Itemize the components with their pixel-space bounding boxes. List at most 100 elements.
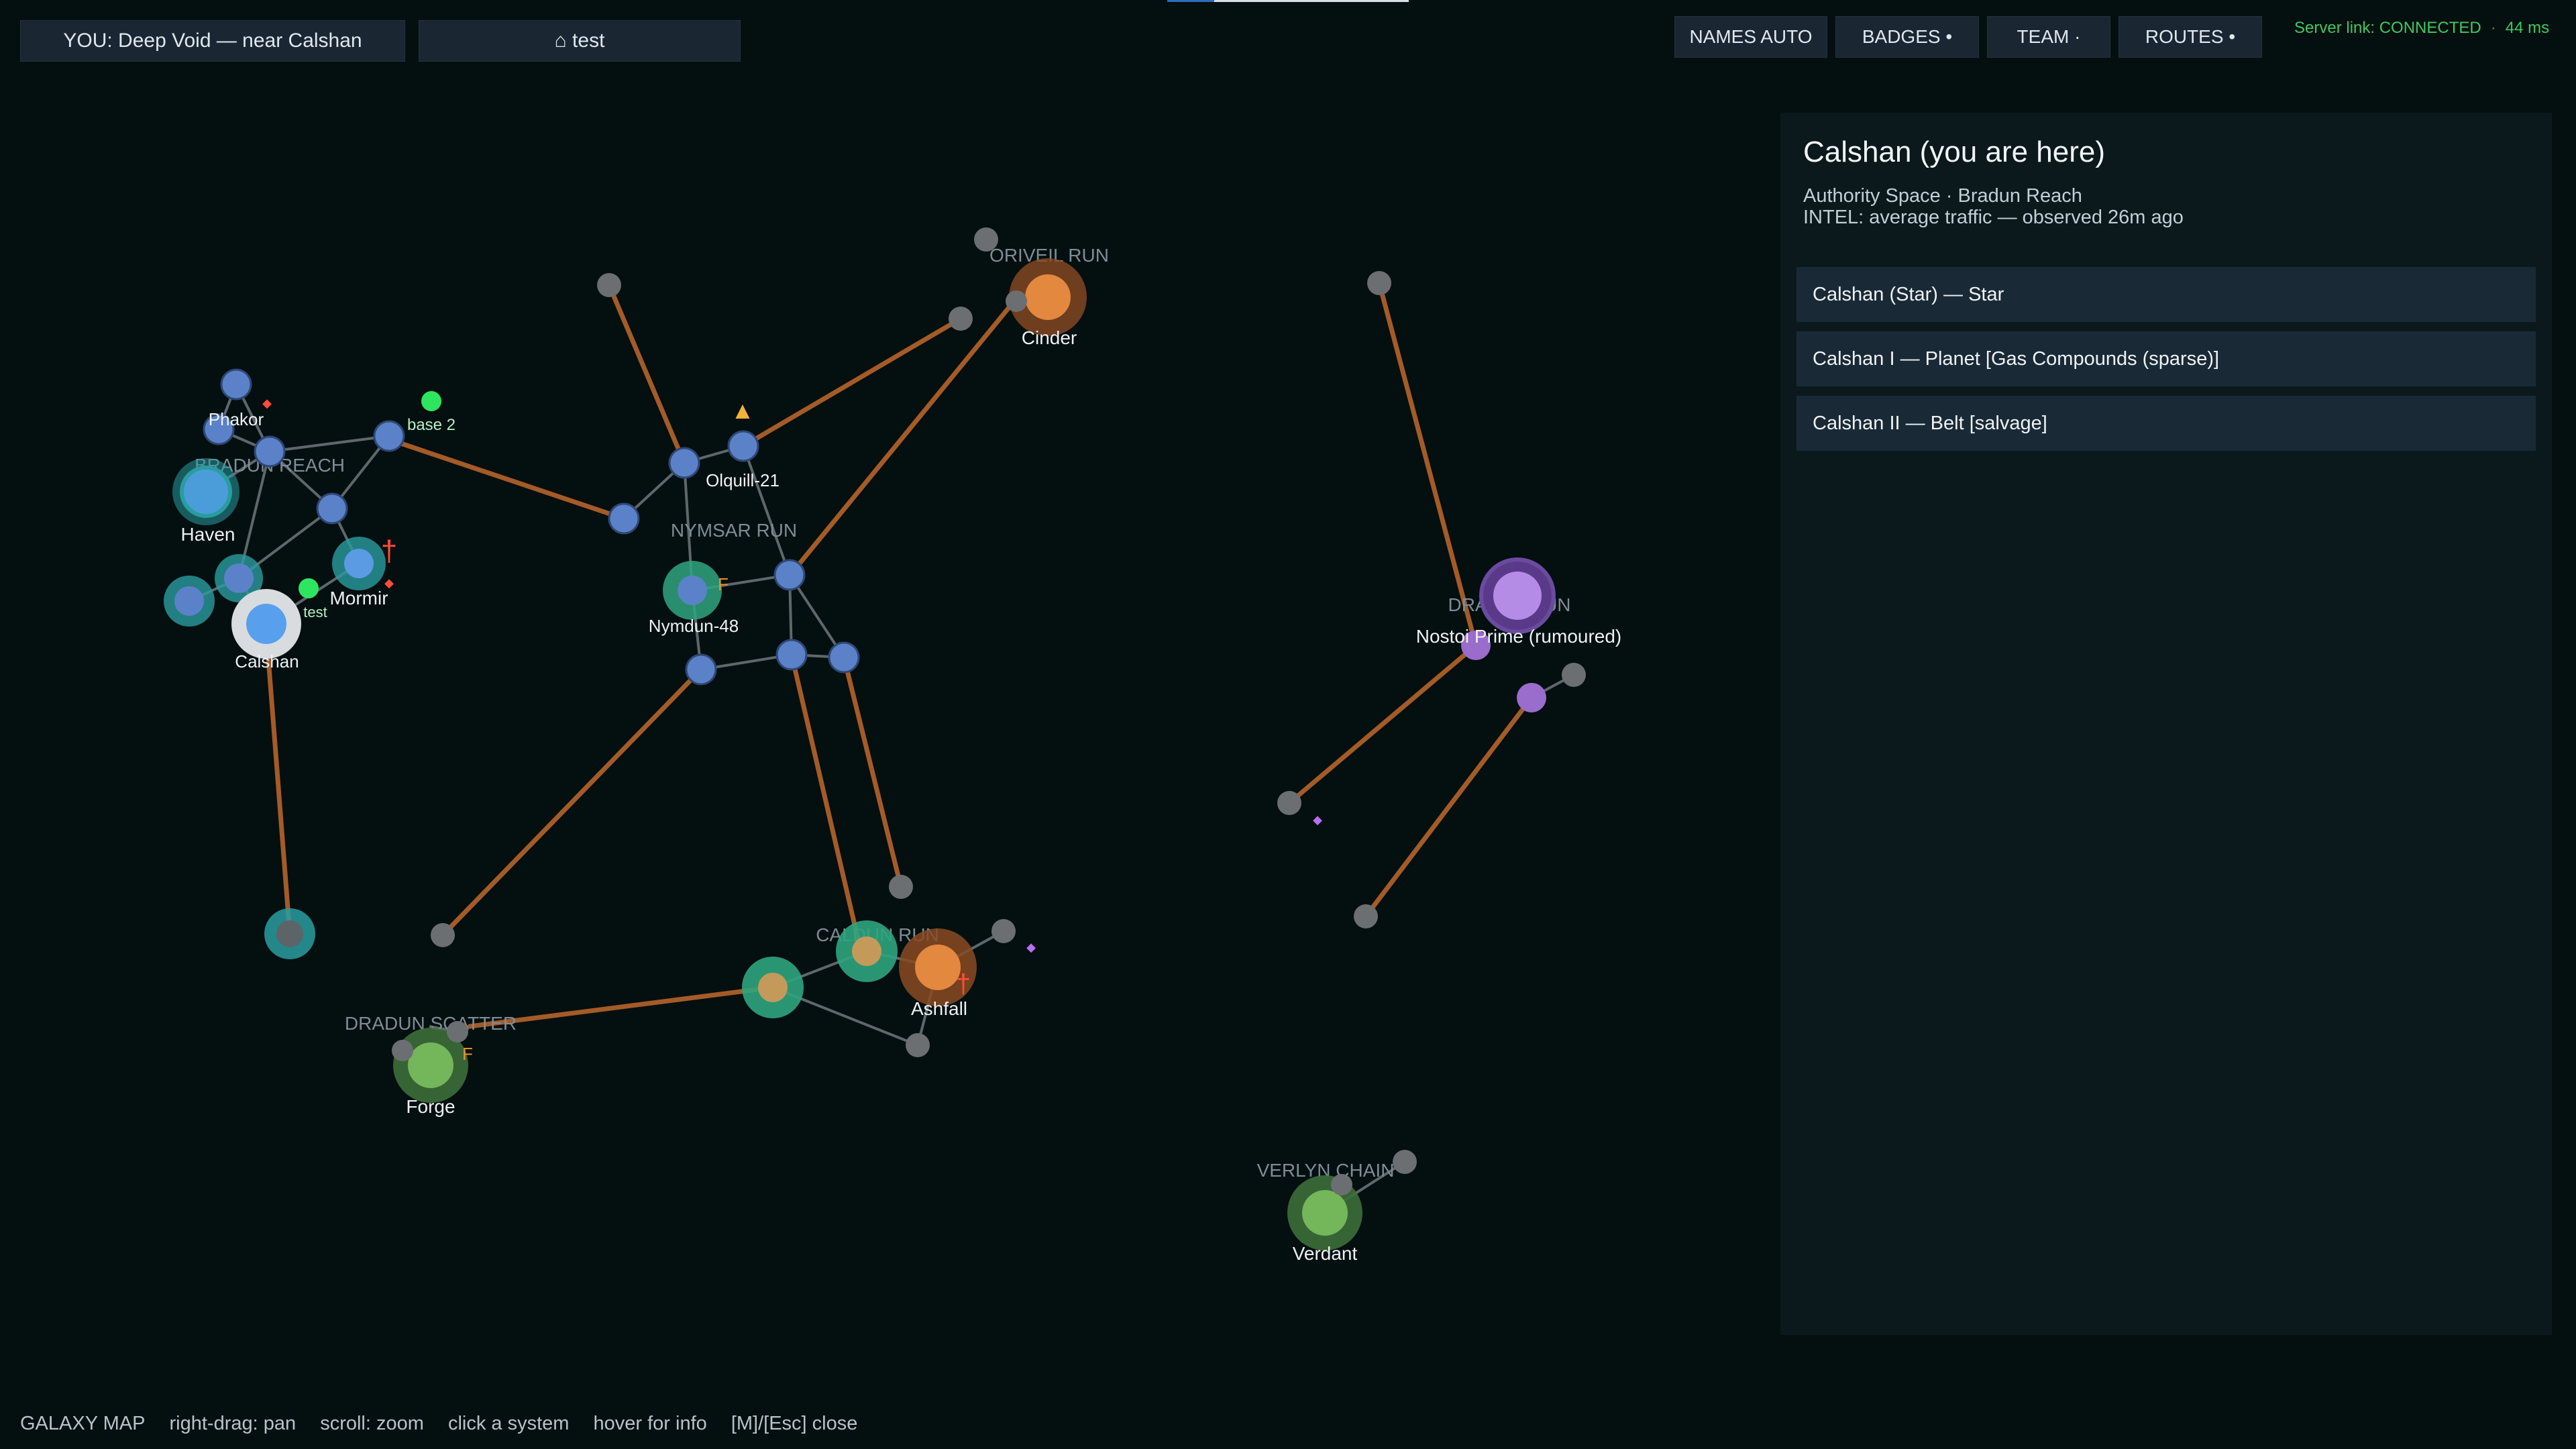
system-forge	[408, 1042, 453, 1088]
status-bar: GALAXY MAP right-drag: pan scroll: zoom …	[20, 1413, 876, 1435]
flag-icon: F	[462, 1044, 473, 1064]
gem-icon: ◆	[1313, 813, 1322, 826]
celestial-body-row[interactable]: Calshan (Star) — Star	[1796, 267, 2536, 322]
system-label-nostoi: Nostoi Prime (rumoured)	[1416, 626, 1622, 647]
system-label-verdant: Verdant	[1293, 1243, 1358, 1264]
system-haven	[180, 466, 232, 518]
routes-toggle-button[interactable]: ROUTES •	[2118, 16, 2262, 58]
status-item: click a system	[447, 1413, 570, 1434]
system-node	[1354, 904, 1378, 928]
system-node	[447, 1021, 468, 1042]
system-node	[775, 639, 808, 671]
system-node	[431, 923, 455, 947]
system-label-mormir: Mormir	[329, 588, 388, 608]
system-label-base2: base 2	[407, 416, 455, 434]
route-lanes	[263, 280, 1534, 1029]
system-label-test: test	[303, 604, 327, 621]
system-node	[1277, 791, 1301, 815]
system-label-calshan: Calshan	[235, 651, 299, 672]
system-node	[1393, 1150, 1417, 1174]
ping-readout: 44 ms	[2505, 19, 2550, 37]
route-lane	[1287, 643, 1479, 806]
route-lane	[1377, 280, 1479, 648]
route-lane	[1363, 695, 1534, 919]
system-node	[373, 420, 405, 452]
names-toggle-button[interactable]: NAMES AUTO	[1674, 16, 1827, 58]
jump-lane	[742, 445, 791, 576]
route-lane	[386, 437, 627, 521]
region-label: NYMSAR RUN	[671, 520, 797, 541]
celestial-body-row[interactable]: Calshan I — Planet [Gas Compounds (spars…	[1796, 331, 2536, 386]
player-base	[299, 578, 319, 598]
system-node	[1006, 290, 1027, 312]
system-label-haven: Haven	[181, 524, 235, 545]
system-node	[1331, 1174, 1352, 1195]
system-label-cinder: Cinder	[1022, 327, 1077, 348]
system-label-forge: Forge	[406, 1096, 455, 1117]
status-separator: ·	[2490, 19, 2496, 37]
current-location-button[interactable]: YOU: Deep Void — near Calshan	[20, 20, 405, 62]
system-node	[991, 919, 1016, 943]
system-node	[316, 492, 348, 525]
route-lane	[789, 652, 863, 953]
system-nostoi	[1493, 572, 1542, 620]
system-node	[852, 936, 881, 966]
danger-dagger-icon: †	[381, 535, 397, 568]
status-item: [M]/[Esc] close	[731, 1413, 858, 1434]
route-lane	[788, 296, 1019, 578]
home-base-button[interactable]: ⌂ test	[419, 20, 741, 62]
system-calshan	[246, 604, 286, 644]
system-node	[224, 564, 254, 593]
system-label-nymdun: Nymdun-48	[649, 616, 739, 636]
celestial-body-row[interactable]: Calshan II — Belt [salvage]	[1796, 396, 2536, 451]
system-node	[1517, 683, 1546, 712]
system-node	[949, 307, 973, 331]
system-node	[220, 368, 252, 400]
route-lane	[440, 667, 704, 938]
system-node	[758, 973, 788, 1002]
panel-title: Calshan (you are here)	[1803, 136, 2106, 168]
system-node	[974, 227, 998, 252]
system-node	[1367, 271, 1391, 295]
system-mormir-core	[344, 549, 374, 578]
panel-intel: INTEL: average traffic — observed 26m ag…	[1803, 207, 2184, 228]
system-node	[254, 435, 286, 468]
badges-toggle-button[interactable]: BADGES •	[1835, 16, 1979, 58]
system-nymdun	[678, 576, 707, 605]
server-status: Server link: CONNECTED · 44 ms	[2294, 19, 2549, 38]
system-node	[906, 1033, 930, 1057]
player-base	[421, 391, 441, 411]
warning-icon: ▲	[731, 396, 755, 424]
system-label-olquill: Olquill-21	[706, 470, 780, 490]
system-node	[773, 559, 806, 591]
system-node	[392, 1040, 413, 1061]
system-node	[828, 641, 860, 674]
danger-dagger-icon: †	[956, 969, 971, 999]
system-node	[597, 273, 621, 297]
status-item: hover for info	[593, 1413, 707, 1434]
jump-lane	[269, 435, 390, 453]
route-lane	[841, 655, 904, 890]
system-node	[668, 447, 700, 479]
system-node	[174, 586, 204, 616]
server-status-text: Server link: CONNECTED	[2294, 19, 2481, 37]
system-ashfall	[915, 945, 961, 990]
team-toggle-button[interactable]: TEAM ·	[1987, 16, 2110, 58]
system-node	[608, 502, 640, 535]
system-verdant	[1302, 1190, 1348, 1236]
system-label-ashfall: Ashfall	[911, 998, 967, 1019]
system-cinder	[1025, 274, 1071, 320]
system-labels: Phakor base 2 Haven Mormir test Calshan …	[181, 327, 1622, 1264]
status-item: scroll: zoom	[320, 1413, 424, 1434]
system-info-panel: Calshan (you are here) Authority Space ·…	[1780, 113, 2552, 1335]
system-node	[727, 430, 759, 462]
systems[interactable]	[164, 227, 1586, 1250]
system-node	[685, 653, 717, 686]
system-node	[276, 920, 303, 947]
flag-icon: F	[718, 574, 729, 594]
route-lane	[606, 282, 687, 466]
gem-icon: ◆	[1026, 941, 1036, 954]
status-item: right-drag: pan	[169, 1413, 297, 1434]
system-node	[889, 875, 913, 899]
system-label-phakor: Phakor	[209, 409, 264, 429]
